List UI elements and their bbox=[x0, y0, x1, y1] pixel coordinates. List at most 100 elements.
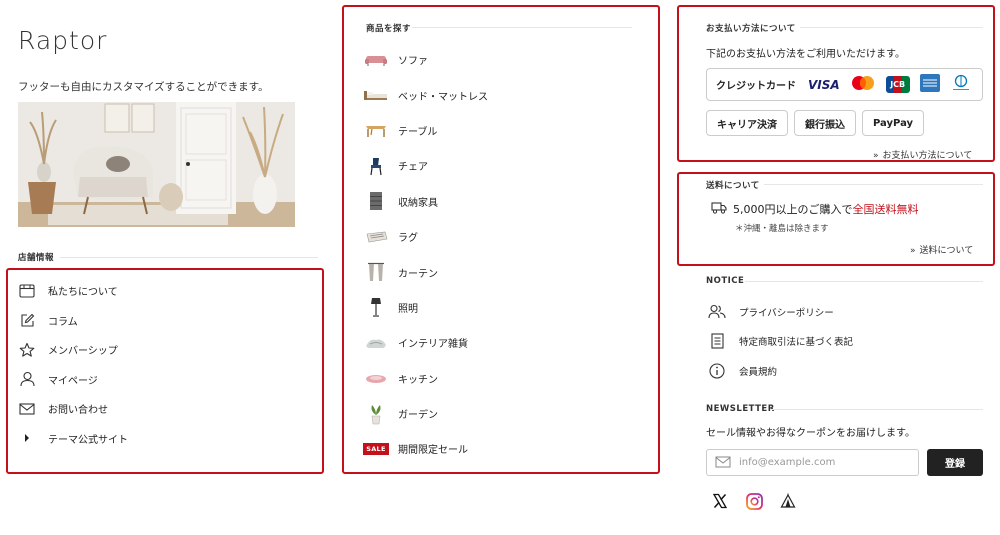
category-label: チェア bbox=[398, 162, 428, 174]
tent-icon[interactable] bbox=[778, 491, 798, 511]
caret-right-icon bbox=[18, 429, 36, 447]
category-label: ラグ bbox=[398, 233, 418, 245]
subscribe-button[interactable]: 登録 bbox=[927, 449, 983, 476]
category-label: テーブル bbox=[398, 126, 438, 138]
payment-options: キャリア決済 銀行振込 PayPay bbox=[706, 110, 925, 136]
shipping-title: 送料について bbox=[706, 181, 760, 191]
store-link-theme-site[interactable]: テーマ公式サイト bbox=[18, 424, 128, 454]
category-lighting[interactable]: 照明 bbox=[364, 290, 488, 325]
category-label: ベッド・マットレス bbox=[398, 91, 488, 103]
category-storage[interactable]: 収納家具 bbox=[364, 184, 488, 219]
category-curtain[interactable]: カーテン bbox=[364, 254, 488, 289]
footer-tagline: フッターも自由にカスタマイズすることができます。 bbox=[18, 81, 269, 93]
notice-link-commerce-law[interactable]: 特定商取引法に基づく表記 bbox=[708, 327, 853, 357]
store-link-membership[interactable]: メンバーシップ bbox=[18, 335, 128, 365]
lamp-thumb bbox=[364, 297, 388, 318]
payment-option-carrier[interactable]: キャリア決済 bbox=[706, 110, 788, 136]
payment-option-paypay[interactable]: PayPay bbox=[862, 110, 925, 136]
category-label: 収納家具 bbox=[398, 197, 438, 209]
kitchen-thumb bbox=[364, 368, 388, 388]
store-link-label: コラム bbox=[48, 316, 78, 328]
store-link-mypage[interactable]: マイページ bbox=[18, 365, 128, 395]
category-sale[interactable]: SALE 期間限定セール bbox=[363, 431, 488, 466]
free-shipping-highlight: 全国送料無料 bbox=[852, 203, 919, 216]
x-icon[interactable] bbox=[710, 491, 730, 511]
category-rug[interactable]: ラグ bbox=[364, 219, 488, 254]
store-link-about[interactable]: 私たちについて bbox=[18, 276, 128, 306]
category-label: キッチン bbox=[398, 374, 438, 386]
category-list: ソファ ベッド・マットレス テーブル チェア 収納家具 ラグ カーテン 照明 イ… bbox=[363, 42, 488, 467]
double-chevron-icon: » bbox=[910, 246, 916, 256]
category-interior[interactable]: インテリア雑貨 bbox=[364, 325, 488, 360]
bed-thumb bbox=[364, 85, 388, 105]
shipping-info-link[interactable]: » 送料について bbox=[910, 243, 973, 256]
category-label: カーテン bbox=[398, 268, 438, 280]
shipping-summary-text: 5,000円以上のご購入で bbox=[733, 203, 853, 216]
divider bbox=[60, 257, 318, 258]
store-link-contact[interactable]: お問い合わせ bbox=[18, 394, 128, 424]
store-link-label: お問い合わせ bbox=[48, 405, 108, 417]
credit-card-row: クレジットカード VISA JCB bbox=[706, 68, 983, 101]
document-icon bbox=[708, 332, 726, 350]
sale-thumb: SALE bbox=[363, 439, 389, 459]
category-label: 期間限定セール bbox=[398, 445, 468, 457]
divider bbox=[745, 281, 983, 282]
payment-title: お支払い方法について bbox=[706, 24, 796, 34]
store-info-list: 私たちについて コラム メンバーシップ マイページ お問い合わせ テーマ公式サイ… bbox=[18, 276, 128, 453]
category-bed[interactable]: ベッド・マットレス bbox=[364, 77, 488, 112]
store-link-column[interactable]: コラム bbox=[18, 306, 128, 336]
category-sofa[interactable]: ソファ bbox=[364, 42, 488, 77]
divider bbox=[800, 27, 983, 28]
categories-title: 商品を探す bbox=[366, 24, 412, 34]
instagram-icon[interactable] bbox=[744, 491, 764, 511]
store-link-label: テーマ公式サイト bbox=[48, 434, 128, 446]
category-kitchen[interactable]: キッチン bbox=[364, 361, 488, 396]
category-label: ソファ bbox=[398, 56, 428, 68]
sofa-thumb bbox=[364, 50, 388, 70]
user-icon bbox=[18, 370, 36, 388]
notice-link-label: 特定商取引法に基づく表記 bbox=[739, 337, 854, 349]
interior-thumb bbox=[364, 333, 388, 353]
divider bbox=[764, 184, 983, 185]
payment-info-link[interactable]: » お支払い方法について bbox=[873, 148, 972, 161]
visa-logo: VISA bbox=[808, 77, 840, 92]
mail-icon bbox=[18, 400, 36, 418]
jcb-logo-text: JCB bbox=[885, 76, 910, 93]
category-chair[interactable]: チェア bbox=[364, 148, 488, 183]
notice-link-label: 会員規約 bbox=[739, 366, 778, 378]
category-table[interactable]: テーブル bbox=[364, 113, 488, 148]
shipping-info-link-label: 送料について bbox=[919, 246, 974, 256]
chair-thumb bbox=[364, 156, 388, 176]
users-icon bbox=[708, 303, 726, 321]
diners-logo bbox=[950, 74, 972, 96]
category-garden[interactable]: ガーデン bbox=[364, 396, 488, 431]
mastercard-logo bbox=[850, 75, 876, 95]
double-chevron-icon: » bbox=[873, 151, 879, 161]
notice-link-terms[interactable]: 会員規約 bbox=[708, 356, 853, 386]
category-label: 照明 bbox=[398, 303, 418, 315]
storage-thumb bbox=[364, 191, 388, 211]
notice-title: NOTICE bbox=[706, 276, 745, 286]
newsletter-description: セール情報やお得なクーポンをお届けします。 bbox=[706, 428, 915, 439]
amex-logo bbox=[919, 73, 940, 96]
payment-option-bank[interactable]: 銀行振込 bbox=[794, 110, 856, 136]
store-link-label: 私たちについて bbox=[48, 287, 118, 299]
category-label: ガーデン bbox=[398, 410, 438, 422]
curtain-thumb bbox=[364, 262, 388, 282]
sale-badge: SALE bbox=[363, 442, 389, 455]
site-logo[interactable]: Raptor bbox=[18, 26, 107, 55]
newsletter-email-input[interactable] bbox=[739, 457, 899, 468]
store-icon bbox=[18, 282, 36, 300]
table-thumb bbox=[364, 120, 388, 140]
store-info-title: 店舗情報 bbox=[18, 253, 55, 263]
notice-link-privacy[interactable]: プライバシーポリシー bbox=[708, 297, 853, 327]
info-icon bbox=[708, 362, 726, 380]
truck-icon bbox=[711, 201, 727, 217]
notice-list: プライバシーポリシー 特定商取引法に基づく表記 会員規約 bbox=[708, 297, 853, 386]
garden-thumb bbox=[364, 404, 388, 424]
newsletter-title: NEWSLETTER bbox=[706, 404, 775, 414]
payment-description: 下記のお支払い方法をご利用いただけます。 bbox=[706, 49, 905, 60]
newsletter-email-wrapper bbox=[706, 449, 919, 476]
mail-icon bbox=[715, 453, 731, 472]
social-links bbox=[710, 491, 798, 511]
